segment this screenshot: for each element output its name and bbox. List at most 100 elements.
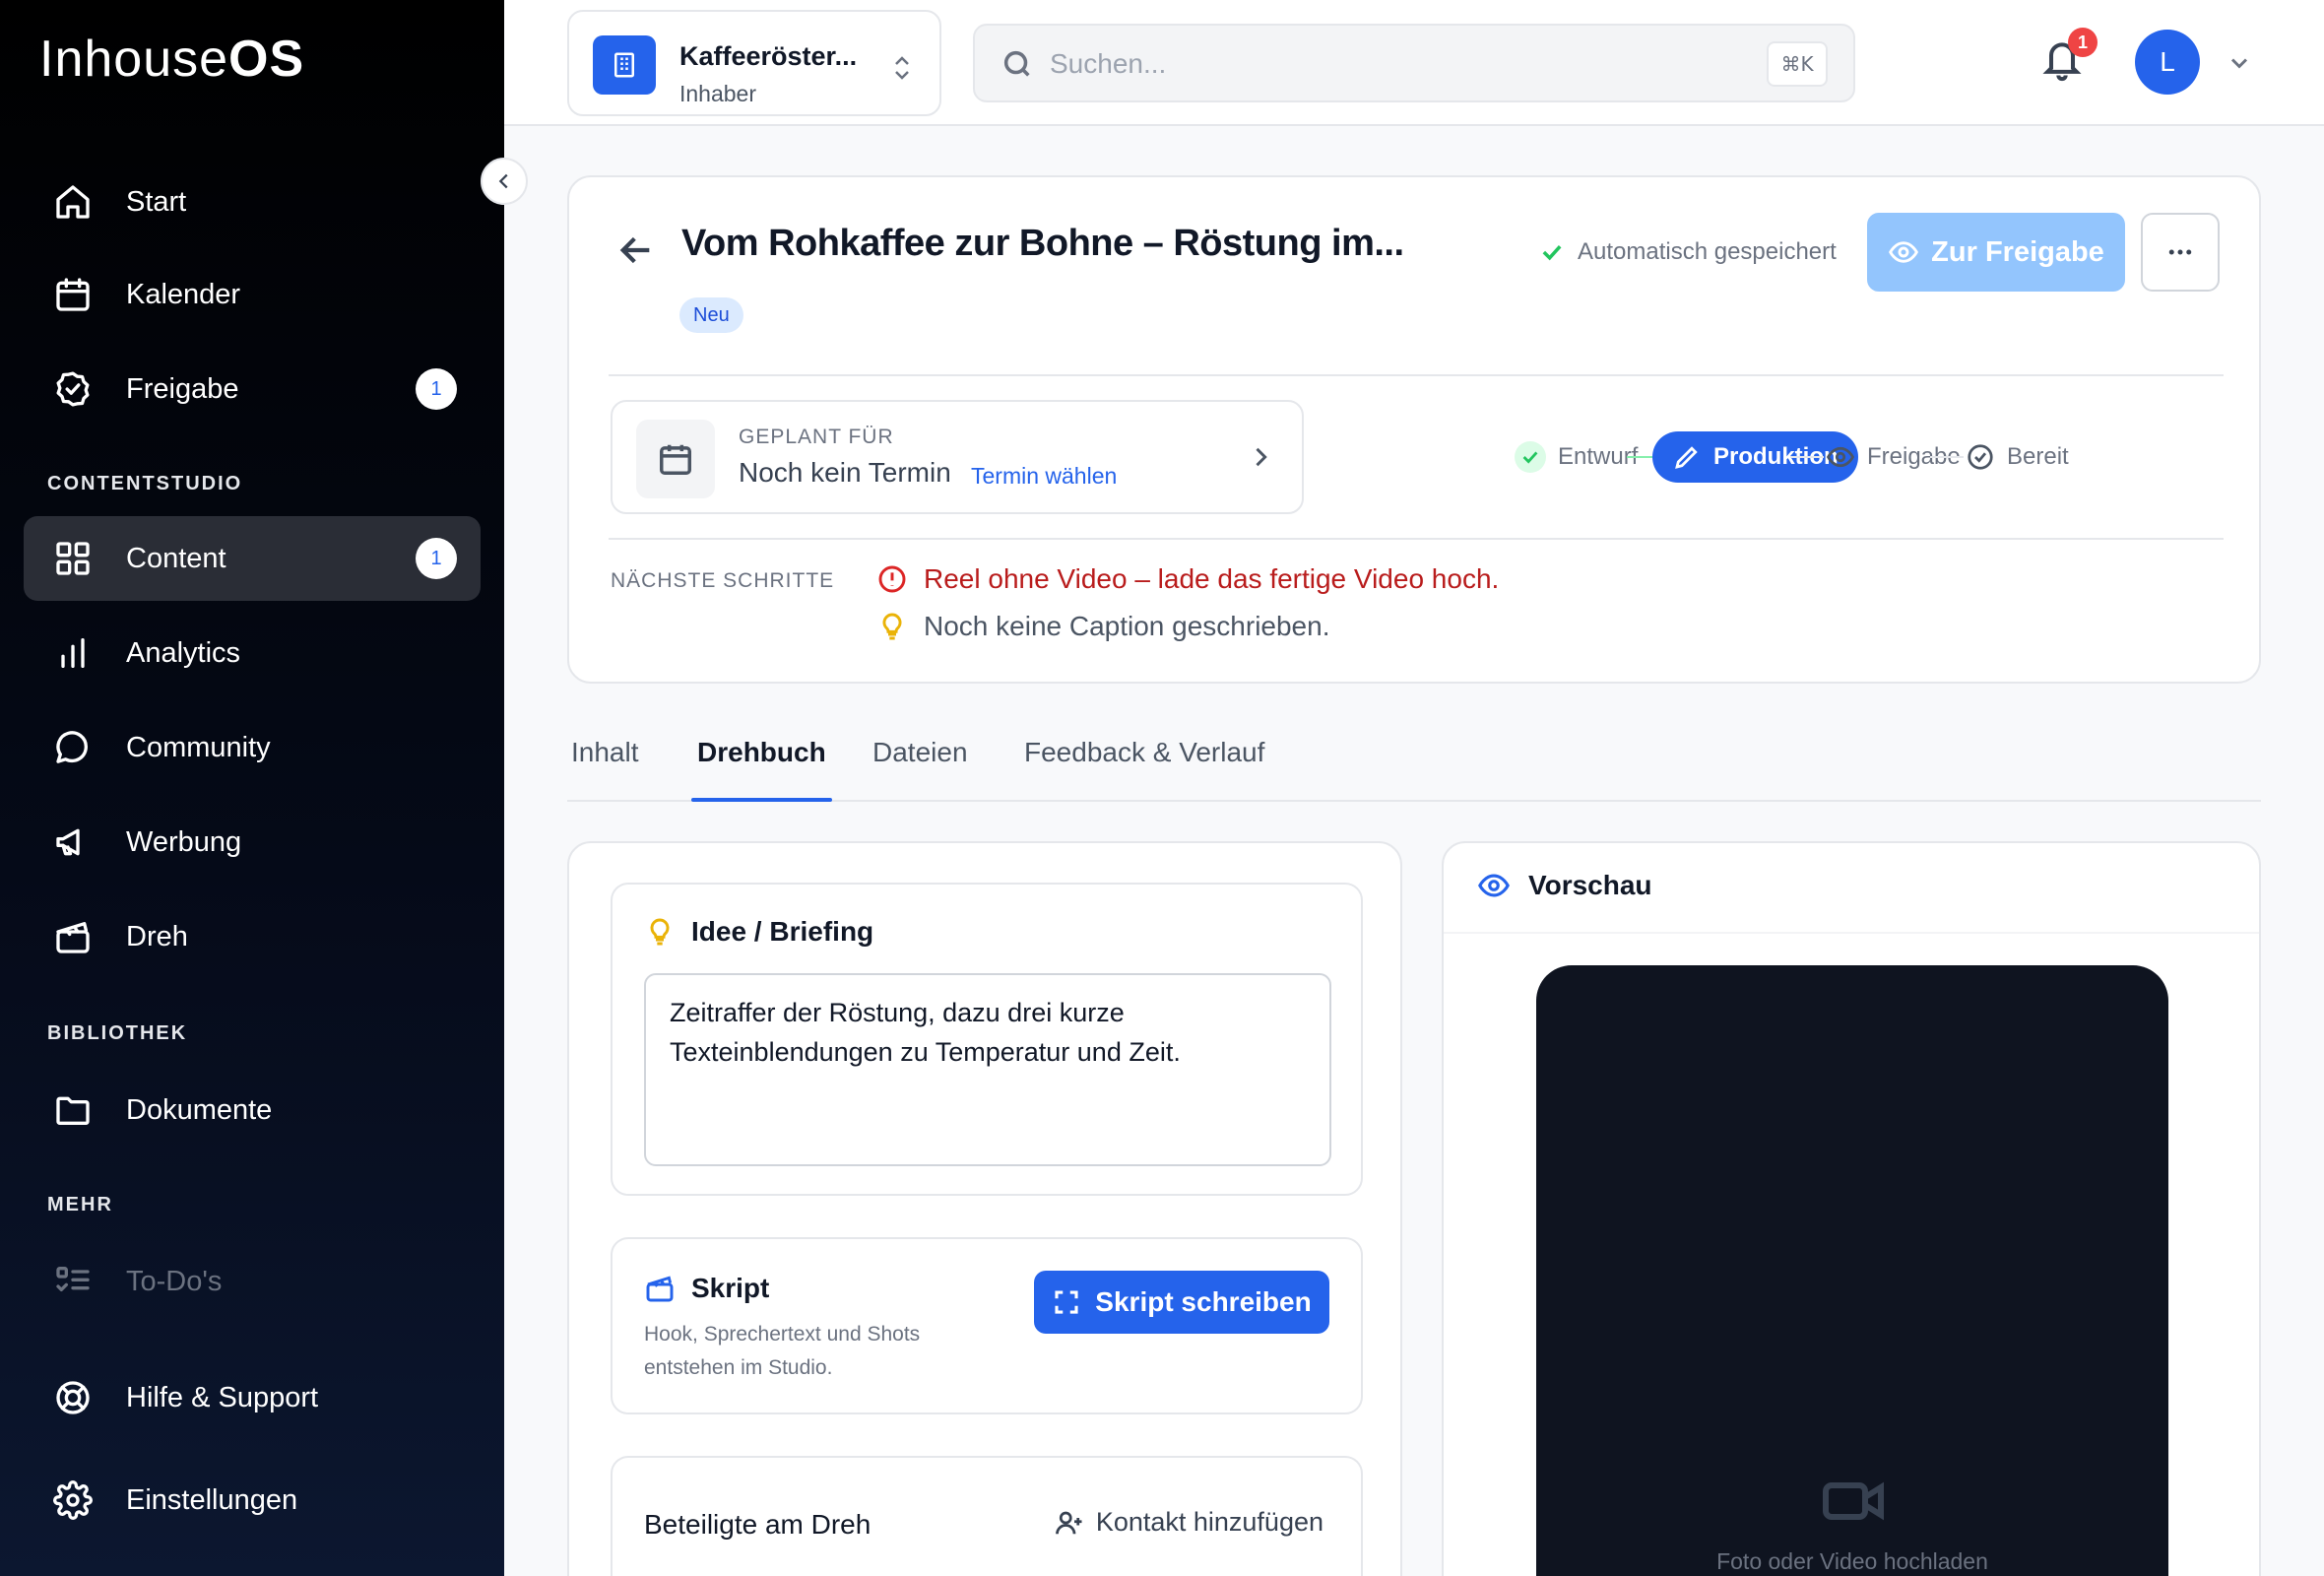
workflow-stepper: Entwurf Produktion Freigabe Bereit [1436,431,2224,483]
megaphone-icon [53,822,93,862]
workspace-role: Inhaber [679,81,757,106]
avatar[interactable]: L [2135,30,2200,95]
search-shortcut: ⌘K [1767,41,1828,87]
idea-briefing-title: Idee / Briefing [644,916,873,948]
tab-feedback-verlauf[interactable]: Feedback & Verlauf [1024,737,1264,802]
sidebar-item-label: Hilfe & Support [126,1381,319,1413]
idea-briefing-textarea[interactable]: Zeitraffer der Röstung, dazu drei kurze … [644,973,1331,1166]
sidebar-item-label: Start [126,185,187,218]
choose-date-link[interactable]: Termin wählen [971,463,1117,490]
sidebar-item-label: Dokumente [126,1093,273,1126]
sidebar-item-label: Freigabe [126,372,239,405]
eye-icon [1826,446,1855,468]
preview-title: Vorschau [1477,869,1652,902]
user-plus-icon [1055,1511,1082,1534]
next-step-hint[interactable]: Noch keine Caption geschrieben. [876,611,1329,642]
participants-title: Beteiligte am Dreh [644,1509,872,1540]
sidebar-section-bibliothek: BIBLIOTHEK [47,1022,188,1044]
participants-card: Beteiligte am Dreh Kontakt hinzufügen [611,1456,1363,1576]
check-circle-icon [1968,444,1993,470]
script-description: Hook, Sprechertext und Shots entstehen i… [644,1323,921,1379]
arrow-left-icon [619,236,650,264]
search-input[interactable] [1050,41,1739,87]
sidebar-collapse-button[interactable] [481,158,528,205]
sidebar-item-label: Community [126,731,271,763]
step-connector [1790,456,1824,458]
divider [609,538,2224,540]
workspace-switcher[interactable]: Kaffeeröster... Inhaber [567,10,941,116]
schedule-label: GEPLANT FÜR [739,426,894,448]
sidebar-item-label: Dreh [126,920,188,952]
sidebar: InhouseOS Start Kalender Freigabe 1 CONT… [0,0,504,1576]
grid-icon [53,539,93,578]
gear-icon [53,1480,93,1520]
search-icon [1001,47,1034,81]
preview-header: Vorschau [1444,843,2259,934]
content-header-card: Vom Rohkaffee zur Bohne – Röstung im... … [567,175,2261,684]
chevron-up-down-icon [890,53,914,83]
clapperboard-icon [53,917,93,956]
sidebar-item-content[interactable]: Content 1 [24,516,481,601]
pencil-icon [1675,446,1698,469]
sidebar-item-freigabe[interactable]: Freigabe 1 [24,347,481,431]
chat-bubble-icon [53,728,93,767]
script-card: Skript Hook, Sprechertext und Shots ents… [611,1237,1363,1414]
sidebar-badge: 1 [416,368,457,410]
sidebar-item-kalender[interactable]: Kalender [24,252,481,337]
app-logo[interactable]: InhouseOS [39,30,304,89]
add-contact-button[interactable]: Kontakt hinzufügen [1055,1507,1323,1538]
back-button[interactable] [616,230,656,270]
divider [609,374,2224,376]
script-title: Skript [644,1273,769,1304]
workspace-name: Kaffeeröster... [679,41,858,71]
phone-preview-upload[interactable]: Foto oder Video hochladen [1536,965,2168,1576]
tab-drehbuch[interactable]: Drehbuch [691,737,832,802]
sidebar-item-label: Einstellungen [126,1483,298,1516]
schedule-picker[interactable]: GEPLANT FÜR Noch kein Termin Termin wähl… [611,400,1304,514]
submit-for-approval-button[interactable]: Zur Freigabe [1867,213,2125,292]
tab-inhalt[interactable]: Inhalt [571,737,639,802]
folder-icon [53,1090,93,1130]
sidebar-item-dokumente[interactable]: Dokumente [24,1068,481,1152]
eye-icon [1889,241,1919,263]
sidebar-badge: 1 [416,538,457,579]
sidebar-item-label: Analytics [126,636,241,669]
sidebar-item-start[interactable]: Start [24,160,481,244]
step-entwurf[interactable]: Entwurf [1515,431,1638,483]
sidebar-section-contentstudio: CONTENTSTUDIO [47,473,243,494]
schedule-value: Noch kein Termin [739,457,951,488]
chevron-right-icon [1247,443,1274,471]
step-bereit[interactable]: Bereit [1966,431,2069,483]
building-icon [593,35,656,95]
sidebar-item-einstellungen[interactable]: Einstellungen [24,1458,481,1543]
check-icon [1515,441,1546,473]
home-icon [53,182,93,222]
idea-briefing-card: Idee / Briefing Zeitraffer der Röstung, … [611,883,1363,1196]
calendar-icon [636,420,715,498]
check-circle-icon [53,369,93,409]
expand-icon [1055,1290,1078,1314]
lightbulb-icon [650,918,670,946]
sidebar-item-dreh[interactable]: Dreh [24,894,481,979]
next-step-error[interactable]: Reel ohne Video – lade das fertige Video… [876,563,1499,595]
notification-count-badge: 1 [2068,28,2098,57]
sidebar-item-label: Werbung [126,825,242,858]
step-connector [1930,456,1964,458]
more-horizontal-icon [2168,249,2192,255]
topbar: Kaffeeröster... Inhaber ⌘K 1 L [504,0,2324,126]
sidebar-item-hilfe-support[interactable]: Hilfe & Support [24,1355,481,1440]
more-options-button[interactable] [2141,213,2220,292]
preview-panel: Vorschau Foto oder Video hochladen [1442,841,2261,1576]
write-script-button[interactable]: Skript schreiben [1034,1271,1329,1334]
bar-chart-icon [53,633,93,673]
sidebar-item-analytics[interactable]: Analytics [24,611,481,695]
check-icon [1542,244,1562,261]
chevron-down-icon[interactable] [2226,49,2253,77]
next-steps-label: NÄCHSTE SCHRITTE [611,569,835,592]
sidebar-item-todos[interactable]: To-Do's [24,1239,481,1324]
sidebar-item-werbung[interactable]: Werbung [24,800,481,885]
sidebar-item-label: Content [126,542,226,574]
sidebar-item-community[interactable]: Community [24,705,481,790]
tab-dateien[interactable]: Dateien [872,737,968,802]
calendar-icon [53,275,93,314]
